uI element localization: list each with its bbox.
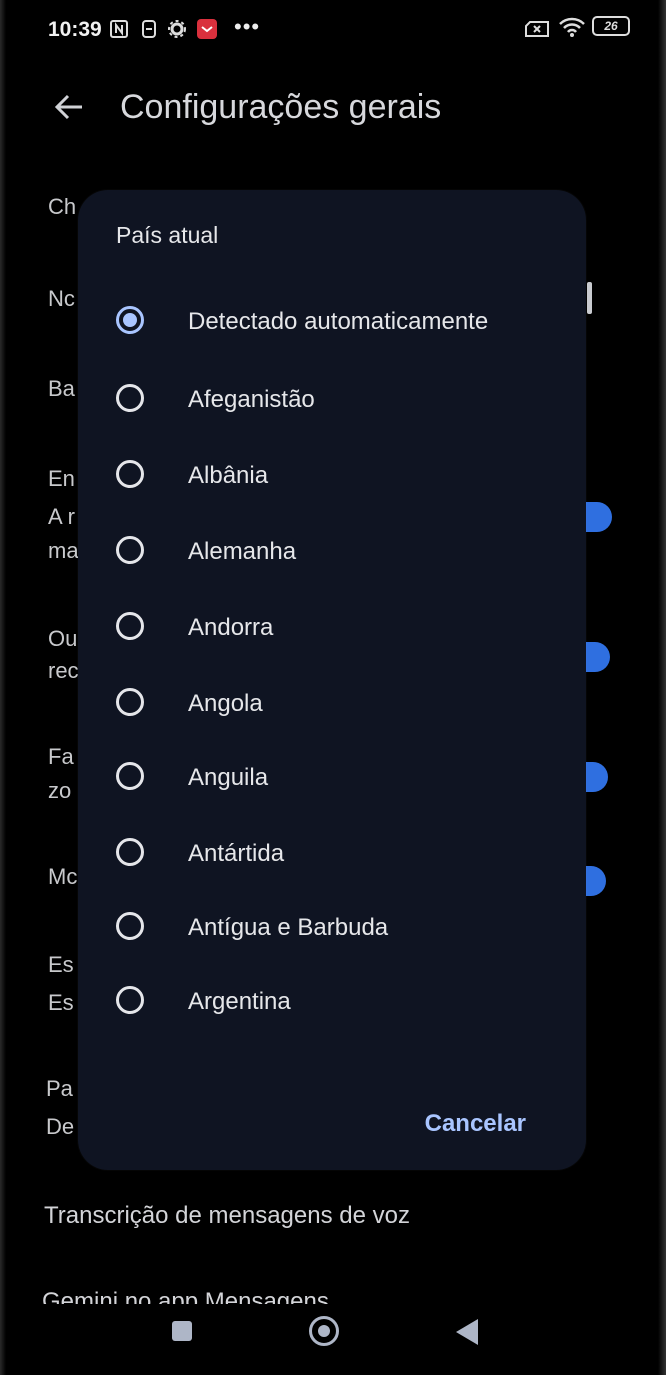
setting-item-subtext: De [46,1114,75,1139]
country-option[interactable]: Alemanha [116,522,556,582]
radio-unselected-icon[interactable] [116,986,144,1014]
app-notification-icon [197,19,217,39]
sync-icon [142,20,156,38]
country-option-label: Anguila [188,764,269,791]
country-option[interactable]: Antígua e Barbuda [116,898,556,958]
setting-item-partial[interactable]: Pa [46,1076,73,1102]
radio-unselected-icon[interactable] [116,838,144,866]
setting-voice-transcription[interactable]: Transcrição de mensagens de voz [44,1202,410,1230]
home-icon[interactable] [309,1316,339,1346]
nfc-icon [110,20,128,38]
country-option-label: Afeganistão [188,386,315,413]
setting-item-partial[interactable]: Nc [48,286,75,312]
country-dialog: País atual Detectado automaticamente Afe… [78,190,592,1170]
status-time: 10:39 [48,18,102,41]
radio-unselected-icon[interactable] [116,762,144,790]
back-arrow-icon[interactable] [52,90,86,124]
setting-item-partial[interactable]: Es [48,952,74,978]
country-option[interactable]: Angola [116,674,556,734]
cancel-button[interactable]: Cancelar [425,1110,526,1138]
country-option-label: Detectado automaticamente [188,308,489,335]
toggle-switch[interactable] [586,502,612,532]
country-option-label: Alemanha [188,538,297,565]
radio-unselected-icon[interactable] [116,460,144,488]
country-option[interactable]: Albânia [116,446,556,506]
country-option-label: Angola [188,690,263,717]
country-option-label: Albânia [188,462,269,489]
wifi-icon [559,17,585,37]
setting-item-subtext: Es [48,990,74,1015]
radio-unselected-icon[interactable] [116,612,144,640]
setting-item-partial[interactable]: Ou [48,626,77,652]
country-option[interactable]: Detectado automaticamente [116,292,556,352]
recents-icon[interactable] [172,1321,192,1341]
radio-unselected-icon[interactable] [116,384,144,412]
setting-item-subtext: rec [48,658,79,683]
country-option-label: Antártida [188,840,285,867]
country-option[interactable]: Argentina [116,972,556,1032]
dialog-title: País atual [116,222,219,248]
more-notifications-icon: ••• [234,14,261,39]
page-title: Configurações gerais [120,88,442,126]
radio-unselected-icon[interactable] [116,688,144,716]
navigation-bar [0,1309,666,1357]
status-bar: 10:39 ••• 26 [48,14,630,50]
phone-frame-left [0,0,6,1375]
setting-item-partial[interactable]: En [48,466,75,492]
radio-selected-icon[interactable] [116,306,144,334]
radio-unselected-icon[interactable] [116,536,144,564]
setting-item-partial[interactable]: Ch [48,194,76,220]
setting-item-subtext: zo [48,778,72,803]
country-option[interactable]: Antártida [116,824,556,884]
dialog-scrollbar[interactable] [587,282,592,314]
battery-indicator: 26 [592,16,630,36]
toggle-switch[interactable] [584,642,610,672]
country-option-label: Argentina [188,988,291,1015]
no-sim-icon [525,21,549,37]
country-option-label: Antígua e Barbuda [188,914,389,941]
setting-item-partial[interactable]: Fa [48,744,74,770]
back-icon[interactable] [456,1319,478,1345]
setting-item-subtext: ma [48,538,79,563]
country-option[interactable]: Afeganistão [116,370,556,430]
radio-unselected-icon[interactable] [116,912,144,940]
country-option[interactable]: Andorra [116,598,556,658]
setting-item-partial[interactable]: Ba [48,376,75,402]
setting-item-subtext: A r [48,504,75,529]
setting-gemini[interactable]: Gemini no app Mensagens [42,1288,329,1304]
country-option-label: Andorra [188,614,274,641]
phone-frame-right [658,0,666,1375]
country-option[interactable]: Anguila [116,748,556,808]
gear-icon [168,20,186,38]
setting-item-partial[interactable]: Mc [48,864,77,890]
